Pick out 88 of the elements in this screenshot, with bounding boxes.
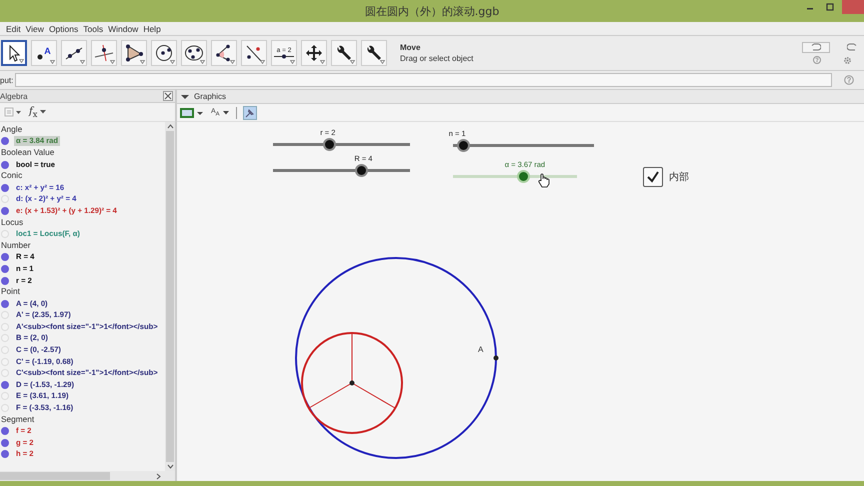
input-field[interactable] — [15, 73, 832, 87]
center-point — [350, 380, 354, 386]
pin-icon — [244, 108, 255, 118]
ellipse-icon — [184, 44, 204, 62]
visibility-toggle[interactable] — [1, 300, 9, 308]
redo-icon — [847, 43, 857, 51]
four-arrows-icon — [304, 44, 324, 62]
redo-button[interactable] — [846, 42, 858, 52]
dropdown-triangle-icon — [320, 60, 325, 64]
checkbox-label: 内部 — [669, 170, 689, 184]
dropdown-triangle-icon — [380, 60, 385, 64]
menu-item[interactable]: Help — [143, 24, 161, 34]
slider-thumb[interactable] — [354, 164, 368, 177]
visibility-toggle[interactable] — [1, 264, 9, 273]
dropdown-triangle-icon — [290, 60, 295, 64]
undo-icon — [811, 43, 821, 51]
dropdown-triangle-icon — [350, 60, 355, 64]
slider-thumb[interactable] — [322, 138, 336, 151]
category-label[interactable]: Conic — [0, 170, 165, 182]
visibility-toggle[interactable] — [1, 137, 9, 146]
hand-cursor-icon — [538, 173, 550, 188]
vertical-scrollbar[interactable] — [165, 122, 175, 471]
dropdown-triangle-icon — [230, 60, 235, 64]
visibility-toggle[interactable] — [1, 450, 9, 458]
dropdown-triangle-icon — [40, 110, 46, 114]
checkbox[interactable] — [643, 167, 663, 187]
axes-style-icon[interactable] — [180, 106, 204, 118]
category-label[interactable]: Point — [0, 286, 165, 298]
undo-button[interactable] — [802, 42, 830, 52]
visibility-toggle[interactable] — [1, 184, 9, 192]
visibility-toggle[interactable] — [1, 160, 9, 169]
point-icon — [37, 54, 44, 60]
tool-button[interactable] — [1, 40, 27, 66]
horizontal-scrollbar[interactable] — [0, 471, 175, 481]
visibility-toggle[interactable] — [1, 438, 9, 447]
dropdown-triangle-icon — [110, 60, 115, 64]
scroll-down-icon[interactable] — [166, 464, 174, 469]
pin-button[interactable] — [242, 106, 257, 120]
visibility-toggle[interactable] — [1, 380, 9, 389]
visibility-toggle[interactable] — [1, 276, 9, 285]
collapse-icon[interactable] — [181, 94, 189, 100]
checkmark-icon — [646, 170, 660, 184]
category-label[interactable]: Locus — [0, 216, 165, 228]
tool-button[interactable]: A — [31, 40, 57, 66]
input-label: put: — [0, 76, 14, 84]
dropdown-triangle-icon — [200, 60, 205, 64]
dropdown-triangle-icon — [170, 60, 175, 64]
menu-item[interactable]: Window — [108, 24, 138, 34]
category-label[interactable]: Boolean Value — [0, 147, 165, 159]
dropdown-triangle-icon — [260, 60, 265, 64]
point — [494, 356, 498, 360]
perpendicular-lines-icon — [94, 44, 114, 62]
maximize-icon — [826, 3, 834, 11]
settings-icon[interactable] — [843, 56, 852, 64]
panel-title: Graphics — [194, 92, 226, 101]
panel-title: Algebra — [0, 92, 28, 100]
help-icon[interactable] — [844, 75, 854, 85]
menu-item[interactable]: Tools — [83, 24, 104, 34]
sort-icon[interactable] — [4, 107, 22, 117]
menu-item[interactable]: Edit — [6, 24, 21, 34]
visibility-toggle[interactable] — [1, 206, 9, 215]
help-icon[interactable] — [813, 56, 821, 64]
slider-icon — [273, 54, 295, 59]
circle-icon — [154, 44, 174, 62]
dropdown-triangle-icon — [80, 60, 85, 64]
scroll-up-icon[interactable] — [166, 124, 174, 129]
menu-item[interactable]: Options — [48, 24, 78, 34]
slider-thumb[interactable] — [517, 170, 530, 183]
slider-thumb[interactable] — [456, 139, 470, 152]
close-icon — [164, 92, 172, 100]
category-label[interactable]: Number — [0, 240, 165, 252]
dropdown-triangle-icon — [140, 60, 145, 64]
scroll-right-icon[interactable] — [156, 472, 161, 480]
triangle-icon — [124, 44, 144, 62]
category-label[interactable]: Angle — [0, 124, 165, 136]
visibility-toggle[interactable] — [1, 427, 9, 436]
menu-item[interactable]: View — [26, 24, 44, 34]
close-button[interactable] — [163, 91, 173, 101]
visibility-toggle[interactable] — [1, 253, 9, 262]
dropdown-triangle-icon — [19, 59, 24, 63]
point-label: A — [478, 345, 484, 354]
category-label[interactable]: Segment — [0, 414, 165, 426]
dropdown-triangle-icon — [50, 60, 55, 64]
function-button[interactable]: f$_{x}$ — [28, 105, 48, 119]
dropdown-triangle-icon — [222, 110, 229, 114]
tool-help-text: Drag or select object — [400, 54, 474, 63]
window-title: 圆在圆内（外）的滚动.ggb — [364, 4, 500, 18]
tool-name: Move — [400, 43, 422, 52]
